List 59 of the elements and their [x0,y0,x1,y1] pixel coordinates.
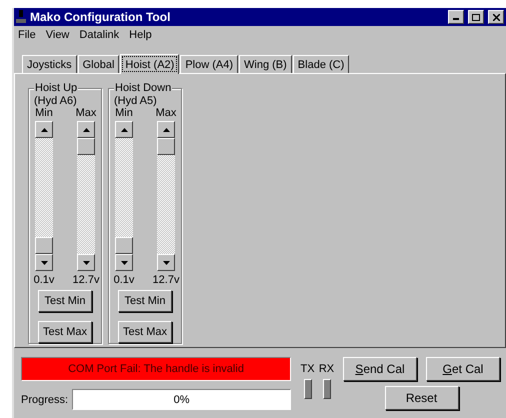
tab[interactable]: Hoist (A2) [120,54,180,74]
scroll-down-button[interactable] [35,254,53,271]
minimize-button[interactable] [448,10,464,24]
tab[interactable]: Wing (B) [239,55,292,73]
down-arrow-icon [120,260,128,264]
down-arrow-icon [40,260,48,264]
slider-thumb[interactable] [35,237,53,254]
get-button[interactable]: Get Cal [426,357,500,381]
group-subtitle: (Hyd A5) [114,95,157,107]
tab[interactable]: Plow (A4) [180,55,238,73]
progress-label: Progress: [21,394,68,406]
menu-item[interactable]: File [18,29,36,43]
test-button[interactable]: Test Max [38,321,92,343]
scroll-up-button[interactable] [157,121,175,138]
slider-label: Max [156,107,176,119]
scroll-down-button[interactable] [157,254,175,271]
up-arrow-icon [82,128,90,132]
scroll-up-button[interactable] [35,121,53,138]
joystick-icon [16,10,26,24]
scroll-up-button[interactable] [115,121,133,138]
slider-label: Min [35,107,53,119]
scroll-up-button[interactable] [77,121,95,138]
maximize-icon [472,14,480,20]
down-arrow-icon [162,260,170,264]
slider-label: Min [115,107,133,119]
send-button[interactable]: Send Cal [343,357,417,381]
scroll-down-button[interactable] [115,254,133,271]
up-arrow-icon [162,128,170,132]
indicator-label: TX [300,363,315,375]
slider-label: Max [76,107,96,119]
maximize-button[interactable] [468,10,484,24]
indicator-label: RX [318,363,334,375]
down-arrow-icon [82,260,90,264]
tab[interactable]: Joysticks [22,55,77,73]
group-subtitle: (Hyd A6) [34,95,77,107]
close-button[interactable] [488,10,504,24]
up-arrow-icon [120,128,128,132]
scroll-down-button[interactable] [77,254,95,271]
slider-thumb[interactable] [77,138,95,155]
window-title: Mako Configuration Tool [30,10,172,24]
voltage-reading: 12.7v [72,274,100,286]
reset-button[interactable]: Reset [384,386,458,410]
group-title: Hoist Up [34,82,78,95]
menu-item[interactable]: View [46,29,70,43]
menu-item[interactable]: Help [129,29,152,43]
test-button[interactable]: Test Max [118,321,172,343]
slider-thumb[interactable] [157,138,175,155]
close-icon [492,14,500,20]
tab[interactable]: Global [78,55,120,73]
test-button[interactable]: Test Min [118,290,172,312]
status-message: COM Port Fail: The handle is invalid [68,363,244,375]
voltage-reading: 0.1v [34,274,54,286]
test-button[interactable]: Test Min [38,290,92,312]
voltage-reading: 12.7v [152,274,180,286]
up-arrow-icon [40,128,48,132]
tab[interactable]: Blade (C) [292,55,350,73]
menu-item[interactable]: Datalink [79,29,120,43]
slider-thumb[interactable] [115,237,133,254]
voltage-reading: 0.1v [114,274,134,286]
